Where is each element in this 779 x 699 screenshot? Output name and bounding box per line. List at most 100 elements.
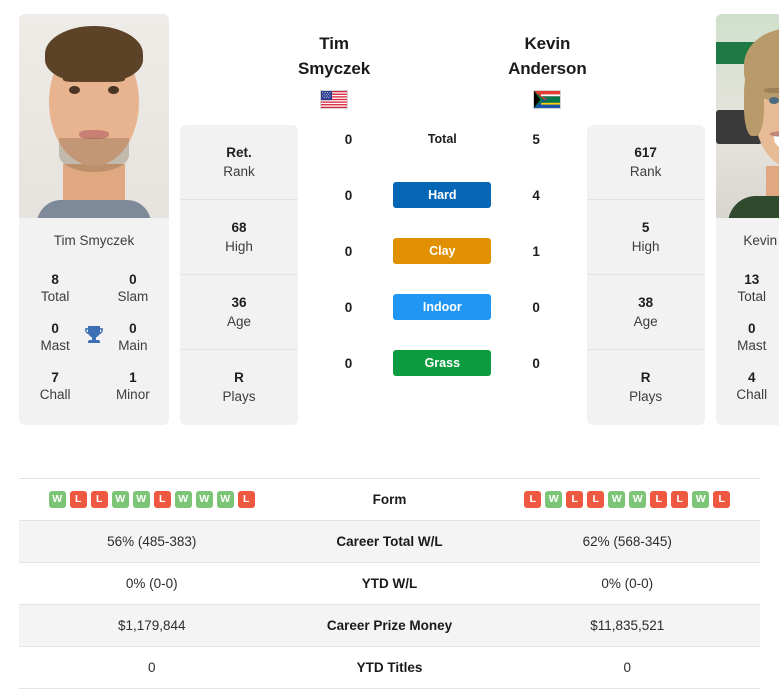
h2h-row-total: 0 Total 5 <box>298 111 587 167</box>
right-titles-mast-label: Mast <box>737 338 767 353</box>
right-player-card[interactable]: Kevin Anderson 13 Total 0 Slam <box>715 14 779 425</box>
surface-badge-grass[interactable]: Grass <box>393 350 492 376</box>
right-player-name-block[interactable]: Kevin Anderson <box>508 14 587 109</box>
left-player-name: Tim Smyczek <box>298 34 371 78</box>
surface-badge-indoor[interactable]: Indoor <box>393 294 492 320</box>
form-badge-loss[interactable]: L <box>237 491 255 508</box>
right-high-value: 5 <box>641 219 650 235</box>
left-stat-card: Ret. Rank 68 High 36 Age R Plays <box>180 125 298 425</box>
right-titles-row-2: 0 Mast 7 Main <box>716 313 779 362</box>
form-badge-win[interactable]: W <box>545 491 563 508</box>
left-titles-mast-value: 0 <box>51 321 59 336</box>
h2h-row-hard: 0 Hard 4 <box>298 167 587 223</box>
right-stat-card: 617 Rank 5 High 38 Age R Plays <box>586 125 705 425</box>
form-badge-loss[interactable]: L <box>153 491 171 508</box>
surface-badge-hard[interactable]: Hard <box>393 182 492 208</box>
h2h-row-grass: 0 Grass 0 <box>298 335 587 391</box>
surface-badge-clay[interactable]: Clay <box>393 238 492 264</box>
table-row-ytd-wl: 0% (0-0) YTD W/L 0% (0-0) <box>19 563 760 605</box>
left-titles-mast-label: Mast <box>40 338 70 353</box>
table-label-career-total-wl: Career Total W/L <box>336 534 443 549</box>
left-titles-chall: 7 Chall <box>29 369 81 404</box>
left-titles-minor-value: 1 <box>129 370 137 385</box>
right-titles-total-label: Total <box>737 289 767 304</box>
h2h-total-left: 0 <box>344 131 353 147</box>
right-plays-cell: R Plays <box>587 350 705 425</box>
h2h-indoor-badge-cell: Indoor <box>393 294 492 320</box>
right-titles-mast-value: 0 <box>748 321 756 336</box>
h2h-total-label: Total <box>427 132 457 146</box>
right-career-total-wl: 62% (568-345) <box>582 534 672 549</box>
form-badge-win[interactable]: W <box>608 491 626 508</box>
form-badge-loss[interactable]: L <box>671 491 689 508</box>
left-titles-total-label: Total <box>40 289 70 304</box>
left-age-label: Age <box>226 313 252 329</box>
left-titles-slam-label: Slam <box>117 289 149 304</box>
left-career-prize-money: $1,179,844 <box>117 618 186 633</box>
form-badge-loss[interactable]: L <box>713 491 731 508</box>
form-badge-loss[interactable]: L <box>69 491 87 508</box>
table-row-career-prize-money: $1,179,844 Career Prize Money $11,835,52… <box>19 605 760 647</box>
player-comparison-page: Tim Smyczek 8 Total 0 Slam 0 Mast 0 Main… <box>0 0 779 699</box>
left-titles-minor: 1 Minor <box>107 369 159 404</box>
left-player-column: Tim Smyczek 8 Total 0 Slam 0 Mast 0 Main… <box>19 14 169 425</box>
left-titles-slam: 0 Slam <box>107 271 159 306</box>
us-flag-icon <box>320 90 349 109</box>
right-titles-total-value: 13 <box>744 272 760 287</box>
form-badge-loss[interactable]: L <box>524 491 542 508</box>
right-rank-label: Rank <box>629 163 662 179</box>
right-career-prize-money: $11,835,521 <box>590 618 665 633</box>
left-titles-main: 0 Main <box>107 320 159 355</box>
left-form-badges: WLLWWLWWWL <box>19 491 285 508</box>
h2h-clay-left: 0 <box>344 243 353 259</box>
left-titles-main-value: 0 <box>129 321 137 336</box>
player-names-row: Tim Smyczek Kevin Anderson <box>298 14 587 111</box>
form-badge-win[interactable]: W <box>48 491 66 508</box>
h2h-hard-right: 4 <box>532 187 540 203</box>
form-badge-win[interactable]: W <box>111 491 129 508</box>
table-label-career-prize-money: Career Prize Money <box>326 618 453 633</box>
form-badge-win[interactable]: W <box>174 491 192 508</box>
comparison-table: WLLWWLWWWL Form LWLLWWLLWL 56% (485-383)… <box>19 478 760 689</box>
left-titles-row-2: 0 Mast 0 Main <box>19 313 169 362</box>
left-rank-value: Ret. <box>226 144 252 160</box>
h2h-total-label-cell: Total <box>393 126 491 152</box>
form-badge-win[interactable]: W <box>692 491 710 508</box>
h2h-grass-left: 0 <box>344 355 353 371</box>
h2h-row-indoor: 0 Indoor 0 <box>298 279 587 335</box>
form-badge-loss[interactable]: L <box>587 491 605 508</box>
right-titles-mast: 0 Mast <box>726 320 778 355</box>
form-badge-win[interactable]: W <box>195 491 213 508</box>
table-label-form: Form <box>372 492 407 507</box>
form-badge-win[interactable]: W <box>216 491 234 508</box>
table-row-ytd-titles: 0 YTD Titles 0 <box>19 647 760 689</box>
left-high-cell: 68 High <box>180 200 298 275</box>
h2h-row-clay: 0 Clay 1 <box>298 223 587 279</box>
left-titles-slam-value: 0 <box>129 272 137 287</box>
comparison-top-section: Tim Smyczek 8 Total 0 Slam 0 Mast 0 Main… <box>0 0 779 478</box>
right-ytd-titles: 0 <box>623 660 631 675</box>
right-high-cell: 5 High <box>586 200 705 275</box>
left-ytd-wl: 0% (0-0) <box>125 576 178 591</box>
left-titles-row-3: 7 Chall 1 Minor <box>19 362 169 411</box>
left-titles-grid: 8 Total 0 Slam 0 Mast 0 Main 7 Chall 1 M… <box>19 262 169 425</box>
left-age-value: 36 <box>231 294 247 310</box>
right-rank-cell: 617 Rank <box>586 125 705 200</box>
form-badge-loss[interactable]: L <box>566 491 584 508</box>
form-badge-loss[interactable]: L <box>650 491 668 508</box>
form-badge-win[interactable]: W <box>629 491 647 508</box>
form-badge-loss[interactable]: L <box>90 491 108 508</box>
center-column: Tim Smyczek Kevin Anderson 0 Total 5 0 H… <box>298 14 587 391</box>
za-flag-icon <box>533 90 562 109</box>
left-titles-main-label: Main <box>118 338 148 353</box>
right-player-name-line-1: Kevin <box>524 34 571 53</box>
left-player-card[interactable]: Tim Smyczek 8 Total 0 Slam 0 Mast 0 Main… <box>19 14 169 425</box>
right-age-cell: 38 Age <box>586 275 705 350</box>
left-player-name-block[interactable]: Tim Smyczek <box>298 14 370 109</box>
left-form-cell: WLLWWLWWWL <box>19 491 285 508</box>
h2h-hard-badge-cell: Hard <box>393 182 492 208</box>
right-plays-label: Plays <box>629 389 663 404</box>
left-photo-caption: Tim Smyczek <box>19 218 169 262</box>
left-titles-total-value: 8 <box>51 272 59 287</box>
form-badge-win[interactable]: W <box>132 491 150 508</box>
